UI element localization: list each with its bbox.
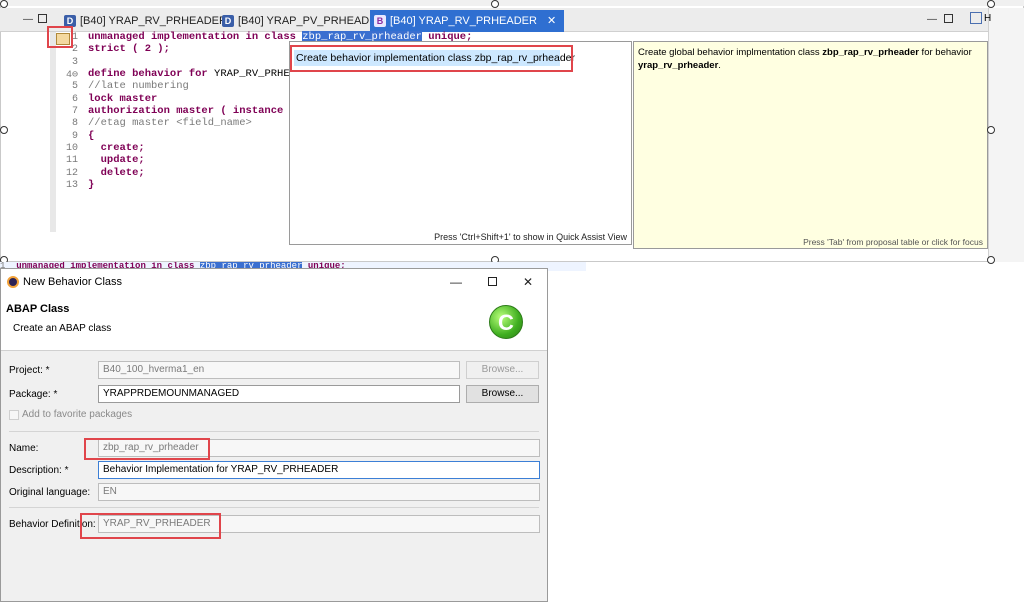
outline-icon	[970, 12, 982, 24]
favorite-packages-label: Add to favorite packages	[22, 409, 133, 420]
code-line-4[interactable]: define behavior for YRAP_RV_PRHEADER	[88, 68, 315, 80]
code-line-12[interactable]: delete;	[88, 167, 145, 179]
code-text: strict ( 2 );	[88, 43, 170, 55]
highlight-box-name	[84, 438, 210, 460]
tab-yrap-pv-prheader[interactable]: D [B40] YRAP_PV_PRHEADER	[218, 10, 393, 32]
resize-handle[interactable]	[987, 256, 995, 264]
info-class-name: zbp_rap_rv_prheader	[822, 47, 919, 58]
top-strip	[0, 0, 1024, 6]
line-number: 9	[71, 131, 78, 142]
wizard-page-subtitle: Create an ABAP class	[13, 323, 112, 334]
dialog-title-bar: New Behavior Class — ✕	[1, 269, 547, 295]
line-number: 3	[71, 57, 78, 68]
package-field[interactable]: YRAPPRDEMOUNMANAGED	[98, 385, 460, 403]
name-label: Name:	[9, 443, 39, 454]
code-line-7[interactable]: authorization master ( instance )	[88, 105, 296, 117]
line-number: 1	[71, 32, 78, 43]
info-text: for behavior	[918, 47, 972, 58]
code-line-6[interactable]: lock master	[88, 93, 157, 105]
proposal-info-popup: Create global behavior implmentation cla…	[633, 41, 988, 249]
project-field: B40_100_hverma1_en	[98, 361, 460, 379]
line-number: 2	[71, 44, 78, 55]
close-icon[interactable]: ✕	[519, 273, 537, 291]
quick-assist-hint: Press 'Ctrl+Shift+1' to show in Quick As…	[434, 232, 627, 242]
line-number: 6	[71, 94, 78, 105]
line-number: 12	[65, 168, 78, 179]
code-keyword: define behavior for	[88, 68, 208, 80]
new-behavior-class-dialog: New Behavior Class — ✕ ABAP Class Create…	[0, 268, 548, 602]
resize-handle[interactable]	[987, 0, 995, 8]
dialog-header: ABAP Class Create an ABAP class C	[1, 295, 547, 351]
code-line-2[interactable]: strict ( 2 );	[88, 43, 170, 55]
minimize-icon[interactable]: —	[447, 273, 465, 291]
resize-handle[interactable]	[987, 126, 995, 134]
minimize-icon[interactable]: —	[22, 14, 34, 26]
line-number: 13	[65, 180, 78, 191]
proposal-description: Create global behavior implmentation cla…	[638, 46, 983, 72]
resize-handle[interactable]	[0, 126, 8, 134]
right-side-panel	[988, 8, 1024, 262]
project-browse-button: Browse...	[466, 361, 539, 379]
info-behavior-name: yrap_rv_prheader	[638, 60, 719, 71]
code-line-10[interactable]: create;	[88, 142, 145, 154]
tab-label: [B40] YRAP_RV_PRHEADER	[80, 15, 227, 27]
project-label: Project: *	[9, 365, 50, 376]
highlight-box-proposal	[290, 45, 573, 72]
original-language-field: EN	[98, 483, 540, 501]
eclipse-logo-icon	[7, 276, 19, 288]
outline-view-tab[interactable]: H	[970, 12, 991, 24]
resize-handle[interactable]	[0, 0, 8, 8]
tab-yrap-rv-prheader[interactable]: D [B40] YRAP_RV_PRHEADER	[60, 10, 235, 32]
package-browse-button[interactable]: Browse...	[466, 385, 539, 403]
original-language-label: Original language:	[9, 487, 91, 498]
maximize-icon[interactable]	[38, 14, 47, 23]
separator	[9, 507, 539, 508]
close-icon[interactable]: ✕	[547, 10, 556, 32]
code-line-9[interactable]: {	[88, 130, 94, 142]
line-number: 8	[71, 118, 78, 129]
favorite-packages-checkbox[interactable]	[9, 410, 19, 420]
info-text: Create global behavior implmentation cla…	[638, 47, 823, 58]
info-text: .	[718, 60, 721, 71]
ddl-file-icon: D	[222, 15, 234, 27]
info-popup-hint: Press 'Tab' from proposal table or click…	[803, 237, 983, 247]
separator	[9, 431, 539, 432]
package-label: Package: *	[9, 389, 58, 400]
wizard-page-title: ABAP Class	[6, 303, 70, 315]
line-number: 4⊖	[65, 70, 78, 81]
code-keyword: unmanaged implementation in class	[88, 31, 296, 43]
tab-label: [B40] YRAP_RV_PRHEADER	[390, 15, 537, 27]
maximize-icon[interactable]	[483, 273, 501, 291]
resize-handle[interactable]	[491, 0, 499, 8]
behavior-definition-icon: B	[374, 15, 386, 27]
line-number: 7	[71, 106, 78, 117]
maximize-icon[interactable]	[944, 14, 953, 23]
outline-label: H	[984, 12, 992, 24]
line-number: 11	[65, 155, 78, 166]
line-number: 10	[65, 143, 78, 154]
line-number: 5	[71, 81, 78, 92]
abap-class-icon: C	[489, 305, 523, 339]
code-line-11[interactable]: update;	[88, 154, 145, 166]
dialog-title: New Behavior Class	[23, 276, 123, 288]
description-label: Description: *	[9, 465, 69, 476]
code-line-13[interactable]: }	[88, 179, 94, 191]
tab-label: [B40] YRAP_PV_PRHEADER	[238, 15, 385, 27]
code-line-5[interactable]: //late numbering	[88, 80, 189, 92]
description-field[interactable]: Behavior Implementation for YRAP_RV_PRHE…	[98, 461, 540, 479]
code-line-8[interactable]: //etag master <field_name>	[88, 117, 252, 129]
tab-behavior-definition-active[interactable]: B [B40] YRAP_RV_PRHEADER ✕	[370, 10, 565, 32]
highlight-box-behavior-definition	[80, 513, 221, 539]
minimize-icon[interactable]: —	[926, 14, 938, 26]
